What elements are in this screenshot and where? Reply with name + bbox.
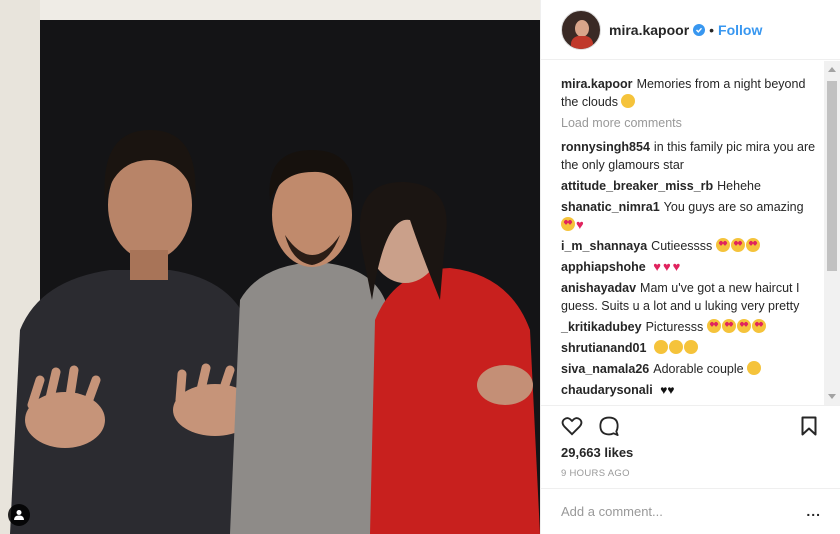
comment-item: chaudarysonali ♥♥ xyxy=(561,381,825,399)
comment-item: i_m_shannaya Cutieessss xyxy=(561,237,825,255)
smile-emoji-icon xyxy=(653,340,668,354)
comment-item: shrutianand01 xyxy=(561,339,825,357)
comment-item: apphiapshohe ♥ ♥ ♥ xyxy=(561,258,825,276)
comment-item: ronnysingh854 in this family pic mira you… xyxy=(561,138,825,174)
follow-button[interactable]: Follow xyxy=(718,22,762,38)
heart-eyes-emoji-icon xyxy=(561,217,575,231)
heart-eyes-emoji-icon xyxy=(715,238,730,252)
comment-item: attitude_breaker_miss_rb Hehehe xyxy=(561,177,825,195)
likes-count[interactable]: 29,663 likes xyxy=(561,445,633,460)
comment-username[interactable]: chaudarysonali xyxy=(561,383,653,397)
scroll-up-icon[interactable] xyxy=(828,67,836,72)
heart-emoji-icon: ♥ xyxy=(662,259,671,274)
post-header: mira.kapoor • Follow xyxy=(541,0,840,60)
comment-username[interactable]: shrutianand01 xyxy=(561,341,646,355)
couple-emoji-icon xyxy=(747,361,762,375)
comment-text: Hehehe xyxy=(717,179,761,193)
instagram-post-viewer: mira.kapoor • Follow mira.kapoor Memories… xyxy=(0,0,840,534)
heart-emoji-icon: ♥ xyxy=(653,259,661,274)
heart-eyes-emoji-icon xyxy=(706,319,721,333)
tag-user-button[interactable] xyxy=(8,504,30,526)
header-username[interactable]: mira.kapoor xyxy=(609,22,689,38)
post-actions xyxy=(541,405,840,445)
comments-scrollbar[interactable] xyxy=(824,61,840,405)
comment-username[interactable]: shanatic_nimra1 xyxy=(561,200,660,214)
load-more-comments-button[interactable]: Load more comments xyxy=(561,116,825,130)
comment-button[interactable] xyxy=(599,416,619,441)
like-button[interactable] xyxy=(561,416,583,441)
add-comment-input[interactable]: Add a comment... xyxy=(561,504,840,519)
comment-item: _kritikadubey Picturesss xyxy=(561,318,825,336)
smile-emoji-icon xyxy=(683,340,698,354)
heart-emoji-icon: ♥ xyxy=(672,259,681,274)
comment-item: siva_namala26 Adorable couple xyxy=(561,360,825,378)
comment-text: Cutieessss xyxy=(651,239,713,253)
comment-item: shanatic_nimra1 You guys are so amazing ♥ xyxy=(561,198,825,234)
bookmark-icon xyxy=(801,416,817,436)
comment-username[interactable]: i_m_shannaya xyxy=(561,239,647,253)
heart-emoji-icon: ♥ xyxy=(576,217,584,232)
scroll-down-icon[interactable] xyxy=(828,394,836,399)
save-button[interactable] xyxy=(801,416,817,441)
heart-eyes-emoji-icon xyxy=(745,238,760,252)
comment-username[interactable]: anishayadav xyxy=(561,281,636,295)
post-side-panel: mira.kapoor • Follow mira.kapoor Memories… xyxy=(540,0,840,534)
heart-eyes-emoji-icon xyxy=(751,319,766,333)
scrollbar-thumb[interactable] xyxy=(827,81,837,271)
add-comment-bar: Add a comment... ... xyxy=(541,488,840,534)
heart-eyes-emoji-icon xyxy=(730,238,745,252)
comment-text: You guys are so amazing xyxy=(663,200,804,214)
comment-username[interactable]: apphiapshohe xyxy=(561,260,646,274)
photo-illustration xyxy=(0,0,540,534)
comment-username[interactable]: _kritikadubey xyxy=(561,320,642,334)
sparkle-emoji-icon xyxy=(621,94,636,108)
heart-eyes-emoji-icon xyxy=(721,319,736,333)
comment-username[interactable]: ronnysingh854 xyxy=(561,140,650,154)
caption: mira.kapoor Memories from a night beyond … xyxy=(561,75,825,111)
black-heart-emoji-icon: ♥♥ xyxy=(660,383,675,397)
comments-list: mira.kapoor Memories from a night beyond … xyxy=(541,61,825,405)
comment-username[interactable]: attitude_breaker_miss_rb xyxy=(561,179,713,193)
comment-item: anishayadav Mam u've got a new haircut I … xyxy=(561,279,825,315)
header-separator: • xyxy=(709,21,715,38)
caption-username[interactable]: mira.kapoor xyxy=(561,77,633,91)
avatar[interactable] xyxy=(561,9,601,50)
tag-user-icon xyxy=(14,510,24,520)
comment-icon xyxy=(599,416,619,436)
comment-text: Adorable couple xyxy=(653,362,744,376)
heart-eyes-emoji-icon xyxy=(736,319,751,333)
more-options-button[interactable]: ... xyxy=(806,503,821,519)
heart-icon xyxy=(561,417,583,436)
verified-icon xyxy=(693,23,706,36)
post-photo[interactable] xyxy=(0,0,540,534)
comment-username[interactable]: siva_namala26 xyxy=(561,362,649,376)
post-timestamp[interactable]: 9 HOURS AGO xyxy=(561,468,630,479)
comment-text: Picturesss xyxy=(645,320,704,334)
smile-emoji-icon xyxy=(668,340,683,354)
